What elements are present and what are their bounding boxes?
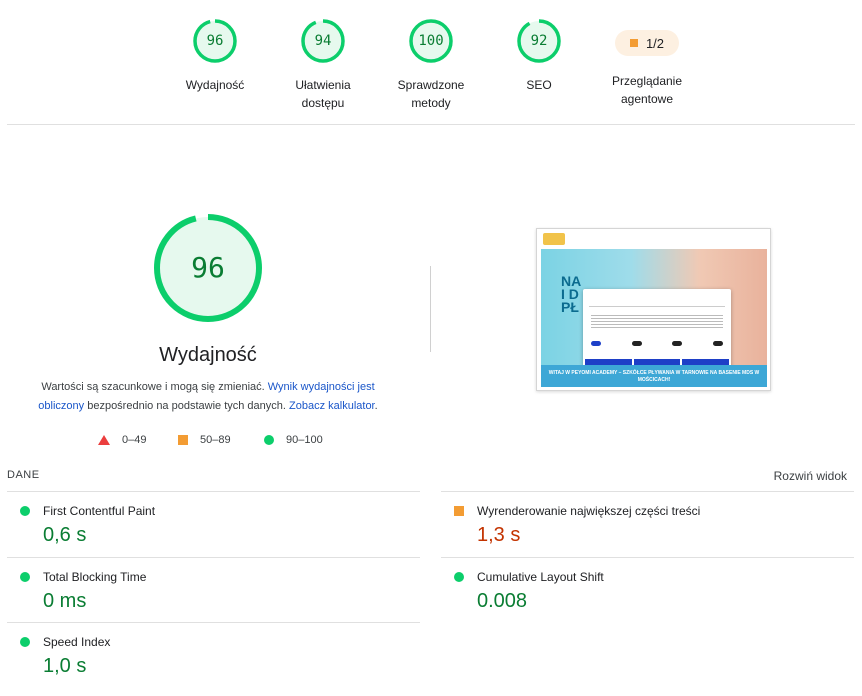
square-icon xyxy=(178,435,188,445)
expand-view-button[interactable]: Rozwiń widok xyxy=(774,469,847,483)
pass-circle-icon xyxy=(454,572,464,582)
metric-speed-index: Speed Index 1,0 s xyxy=(7,622,420,688)
gauge-ring: 92 xyxy=(516,18,562,64)
gauge-performance[interactable]: 96 Wydajność xyxy=(160,18,270,94)
vertical-divider xyxy=(430,266,431,352)
gauge-accessibility[interactable]: 94 Ułatwienia dostępu xyxy=(268,18,378,112)
gauge-best-practices[interactable]: 100 Sprawdzone metody xyxy=(376,18,486,112)
gauge-ring: 100 xyxy=(408,18,454,64)
gauge-label: Wydajność xyxy=(185,78,245,92)
agentic-value: 1/2 xyxy=(645,35,665,51)
gauge-ring: 94 xyxy=(300,18,346,64)
pass-circle-icon xyxy=(20,572,30,582)
average-square-icon xyxy=(454,506,464,516)
thumbnail-hero: NA I D PŁ WITAJ W PEYOMI ACADEMY – SZKÓŁCE… xyxy=(541,249,767,387)
legend-pass: 90–100 xyxy=(264,434,323,446)
gauge-label: Ułatwienia dostępu xyxy=(295,78,351,110)
calculator-link[interactable]: Zobacz kalkulator xyxy=(289,400,375,412)
divider xyxy=(7,124,855,125)
metrics-label: DANE xyxy=(7,469,40,481)
site-logo xyxy=(543,233,565,245)
gauge-score: 100 xyxy=(418,33,444,49)
hero-banner: WITAJ W PEYOMI ACADEMY – SZKÓŁCE PŁYWANI… xyxy=(541,365,767,387)
gauge-label: Przeglądanie agentowe xyxy=(611,74,683,106)
cookie-modal xyxy=(583,289,731,373)
metric-lcp: Wyrenderowanie największej części treści… xyxy=(441,491,854,557)
agentic-browsing[interactable]: 1/2 Przeglądanie agentowe xyxy=(592,18,702,108)
gauge-label: SEO xyxy=(526,78,552,92)
metric-tbt: Total Blocking Time 0 ms xyxy=(7,557,420,623)
legend-average: 50–89 xyxy=(178,434,231,446)
final-screenshot-thumbnail[interactable]: NA I D PŁ WITAJ W PEYOMI ACADEMY – SZKÓŁCE… xyxy=(536,228,771,391)
metric-cls: Cumulative Layout Shift 0.008 xyxy=(441,557,854,623)
metric-fcp: First Contentful Paint 0,6 s xyxy=(7,491,420,557)
gauge-label: Sprawdzone metody xyxy=(397,78,465,110)
triangle-icon xyxy=(98,435,110,445)
circle-icon xyxy=(264,435,274,445)
gauge-seo[interactable]: 92 SEO xyxy=(484,18,594,94)
agentic-pill: 1/2 xyxy=(615,30,679,56)
pass-circle-icon xyxy=(20,637,30,647)
performance-gauge: 96 xyxy=(152,212,264,324)
hero-heading: NA I D PŁ xyxy=(561,273,582,315)
pass-circle-icon xyxy=(20,506,30,516)
legend-fail: 0–49 xyxy=(98,434,146,446)
gauge-ring: 96 xyxy=(192,18,238,64)
average-square-icon xyxy=(629,39,638,47)
gauge-score: 96 xyxy=(206,33,224,49)
gauge-score: 94 xyxy=(314,33,332,49)
gauge-score: 92 xyxy=(530,33,548,49)
thumbnail-nav xyxy=(537,229,770,249)
performance-description: Wartości są szacunkowe i mogą się zmieni… xyxy=(38,381,378,412)
performance-title: Wydajność xyxy=(159,344,257,366)
performance-score: 96 xyxy=(191,251,225,284)
score-summary: 96 Wydajność 94 Ułatwienia dostępu 100 S… xyxy=(0,18,862,118)
